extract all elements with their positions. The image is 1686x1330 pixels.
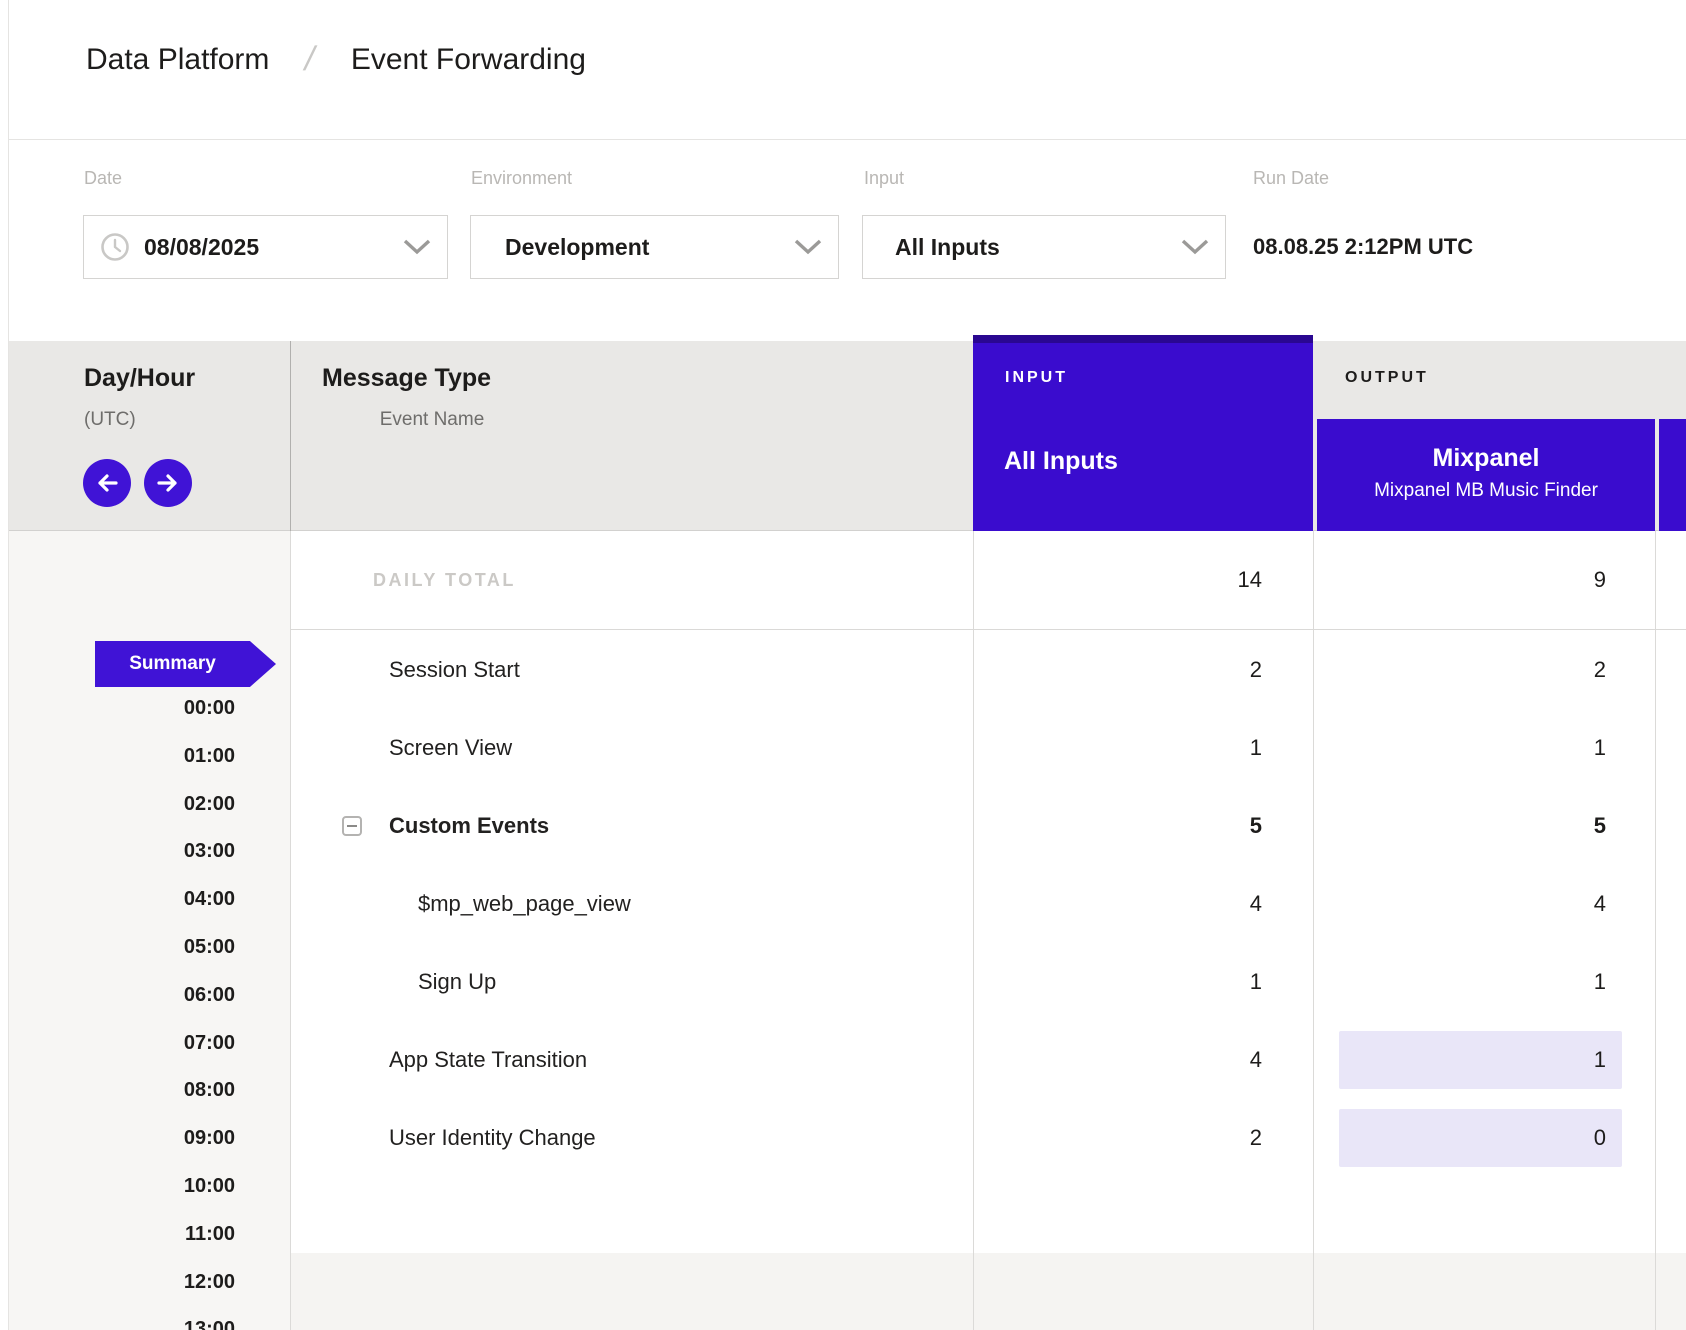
hour-label[interactable]: 05:00 xyxy=(9,933,235,961)
hour-label[interactable]: 01:00 xyxy=(9,742,235,770)
output-cell-value: 2 xyxy=(1339,631,1622,709)
event-name-label: Screen View xyxy=(389,709,512,787)
input-cell-value: 2 xyxy=(973,1099,1262,1177)
hour-label[interactable]: 06:00 xyxy=(9,981,235,1009)
day-hour-header: Day/Hour xyxy=(84,363,195,393)
hour-label[interactable]: 00:00 xyxy=(9,694,235,722)
event-rows: Session Start 2 2 Screen View 1 1 Custom… xyxy=(0,631,1686,1177)
environment-filter-label: Environment xyxy=(471,168,572,189)
next-output-column-header xyxy=(1659,419,1686,531)
hour-label[interactable]: 03:00 xyxy=(9,837,235,865)
chevron-down-icon xyxy=(794,239,822,255)
table-row: App State Transition 4 1 xyxy=(0,1021,1686,1099)
output-cell-value: 1 xyxy=(1339,1031,1622,1089)
chevron-down-icon xyxy=(1181,239,1209,255)
output-cell-value: 5 xyxy=(1339,787,1622,865)
input-filter-label: Input xyxy=(864,168,904,189)
next-day-button[interactable] xyxy=(144,459,192,507)
event-name-label: App State Transition xyxy=(389,1021,587,1099)
hour-label[interactable]: 07:00 xyxy=(9,1029,235,1057)
day-hour-subtitle: (UTC) xyxy=(84,408,136,432)
daily-total-input-value: 14 xyxy=(973,531,1262,629)
input-cell-value: 5 xyxy=(973,787,1262,865)
output-group-label: OUTPUT xyxy=(1345,369,1429,387)
breadcrumb: Data Platform / Event Forwarding xyxy=(86,40,586,79)
page-title: Event Forwarding xyxy=(351,43,586,77)
breadcrumb-section[interactable]: Data Platform xyxy=(86,43,269,77)
footer-band xyxy=(290,1253,1686,1330)
daily-total-output-value: 9 xyxy=(1313,531,1606,629)
date-value: 08/08/2025 xyxy=(144,234,259,261)
event-forwarding-page: Data Platform / Event Forwarding Date 08… xyxy=(0,0,1686,1330)
input-cell-value: 2 xyxy=(973,631,1262,709)
input-column-title: All Inputs xyxy=(1004,447,1118,476)
arrow-left-icon xyxy=(95,471,119,495)
input-cell-value: 1 xyxy=(973,943,1262,1021)
hour-label[interactable]: 13:00 xyxy=(9,1315,235,1330)
table-row: User Identity Change 2 0 xyxy=(0,1099,1686,1177)
output-cell-value: 4 xyxy=(1339,865,1622,943)
daily-total-divider xyxy=(290,629,1686,630)
hour-label[interactable]: 11:00 xyxy=(9,1220,235,1248)
run-date-value: 08.08.25 2:12PM UTC xyxy=(1253,215,1473,279)
hour-label[interactable]: 08:00 xyxy=(9,1076,235,1104)
input-value: All Inputs xyxy=(895,234,1000,261)
daily-total-label: DAILY TOTAL xyxy=(373,531,516,629)
event-name-label: Session Start xyxy=(389,631,520,709)
hour-label[interactable]: 02:00 xyxy=(9,790,235,818)
arrow-right-icon xyxy=(156,471,180,495)
prev-day-button[interactable] xyxy=(83,459,131,507)
table-row: $mp_web_page_view 4 4 xyxy=(0,865,1686,943)
environment-dropdown[interactable]: Development xyxy=(470,215,839,279)
output-column-title: Mixpanel xyxy=(1317,443,1655,473)
message-type-header: Message Type xyxy=(322,363,491,393)
run-date-label: Run Date xyxy=(1253,168,1329,189)
input-column-header: INPUT All Inputs xyxy=(973,335,1313,531)
environment-value: Development xyxy=(505,234,649,261)
event-name-label: User Identity Change xyxy=(389,1099,596,1177)
hour-label[interactable]: 04:00 xyxy=(9,885,235,913)
hour-label[interactable]: 09:00 xyxy=(9,1124,235,1152)
event-name-label: $mp_web_page_view xyxy=(418,865,631,943)
date-filter-label: Date xyxy=(84,168,122,189)
header-column-separator xyxy=(290,341,291,531)
input-column-accent-strip xyxy=(973,335,1313,343)
header-divider xyxy=(8,139,1686,140)
event-name-label: Custom Events xyxy=(389,787,549,865)
input-cell-value: 1 xyxy=(973,709,1262,787)
event-name-subtitle: Event Name xyxy=(322,408,542,432)
output-cell-value: 1 xyxy=(1339,709,1622,787)
hour-label[interactable]: 10:00 xyxy=(9,1172,235,1200)
event-name-label: Sign Up xyxy=(418,943,496,1021)
input-dropdown[interactable]: All Inputs xyxy=(862,215,1226,279)
chevron-down-icon xyxy=(403,239,431,255)
mixpanel-column-header: Mixpanel Mixpanel MB Music Finder xyxy=(1317,419,1655,531)
clock-icon xyxy=(100,232,130,262)
table-row: Custom Events 5 5 xyxy=(0,787,1686,865)
output-cell-value: 0 xyxy=(1339,1109,1622,1167)
daily-total-row: DAILY TOTAL 14 9 xyxy=(290,531,1686,629)
output-cell-value: 1 xyxy=(1339,943,1622,1021)
breadcrumb-separator: / xyxy=(301,40,319,79)
table-row: Sign Up 1 1 xyxy=(0,943,1686,1021)
input-cell-value: 4 xyxy=(973,1021,1262,1099)
hour-label[interactable]: 12:00 xyxy=(9,1268,235,1296)
date-dropdown[interactable]: 08/08/2025 xyxy=(83,215,448,279)
output-column-subtitle: Mixpanel MB Music Finder xyxy=(1317,479,1655,503)
collapse-icon[interactable] xyxy=(342,816,362,836)
summary-badge[interactable]: Summary xyxy=(95,641,276,687)
input-group-label: INPUT xyxy=(1005,369,1068,387)
input-cell-value: 4 xyxy=(973,865,1262,943)
table-row: Screen View 1 1 xyxy=(0,709,1686,787)
